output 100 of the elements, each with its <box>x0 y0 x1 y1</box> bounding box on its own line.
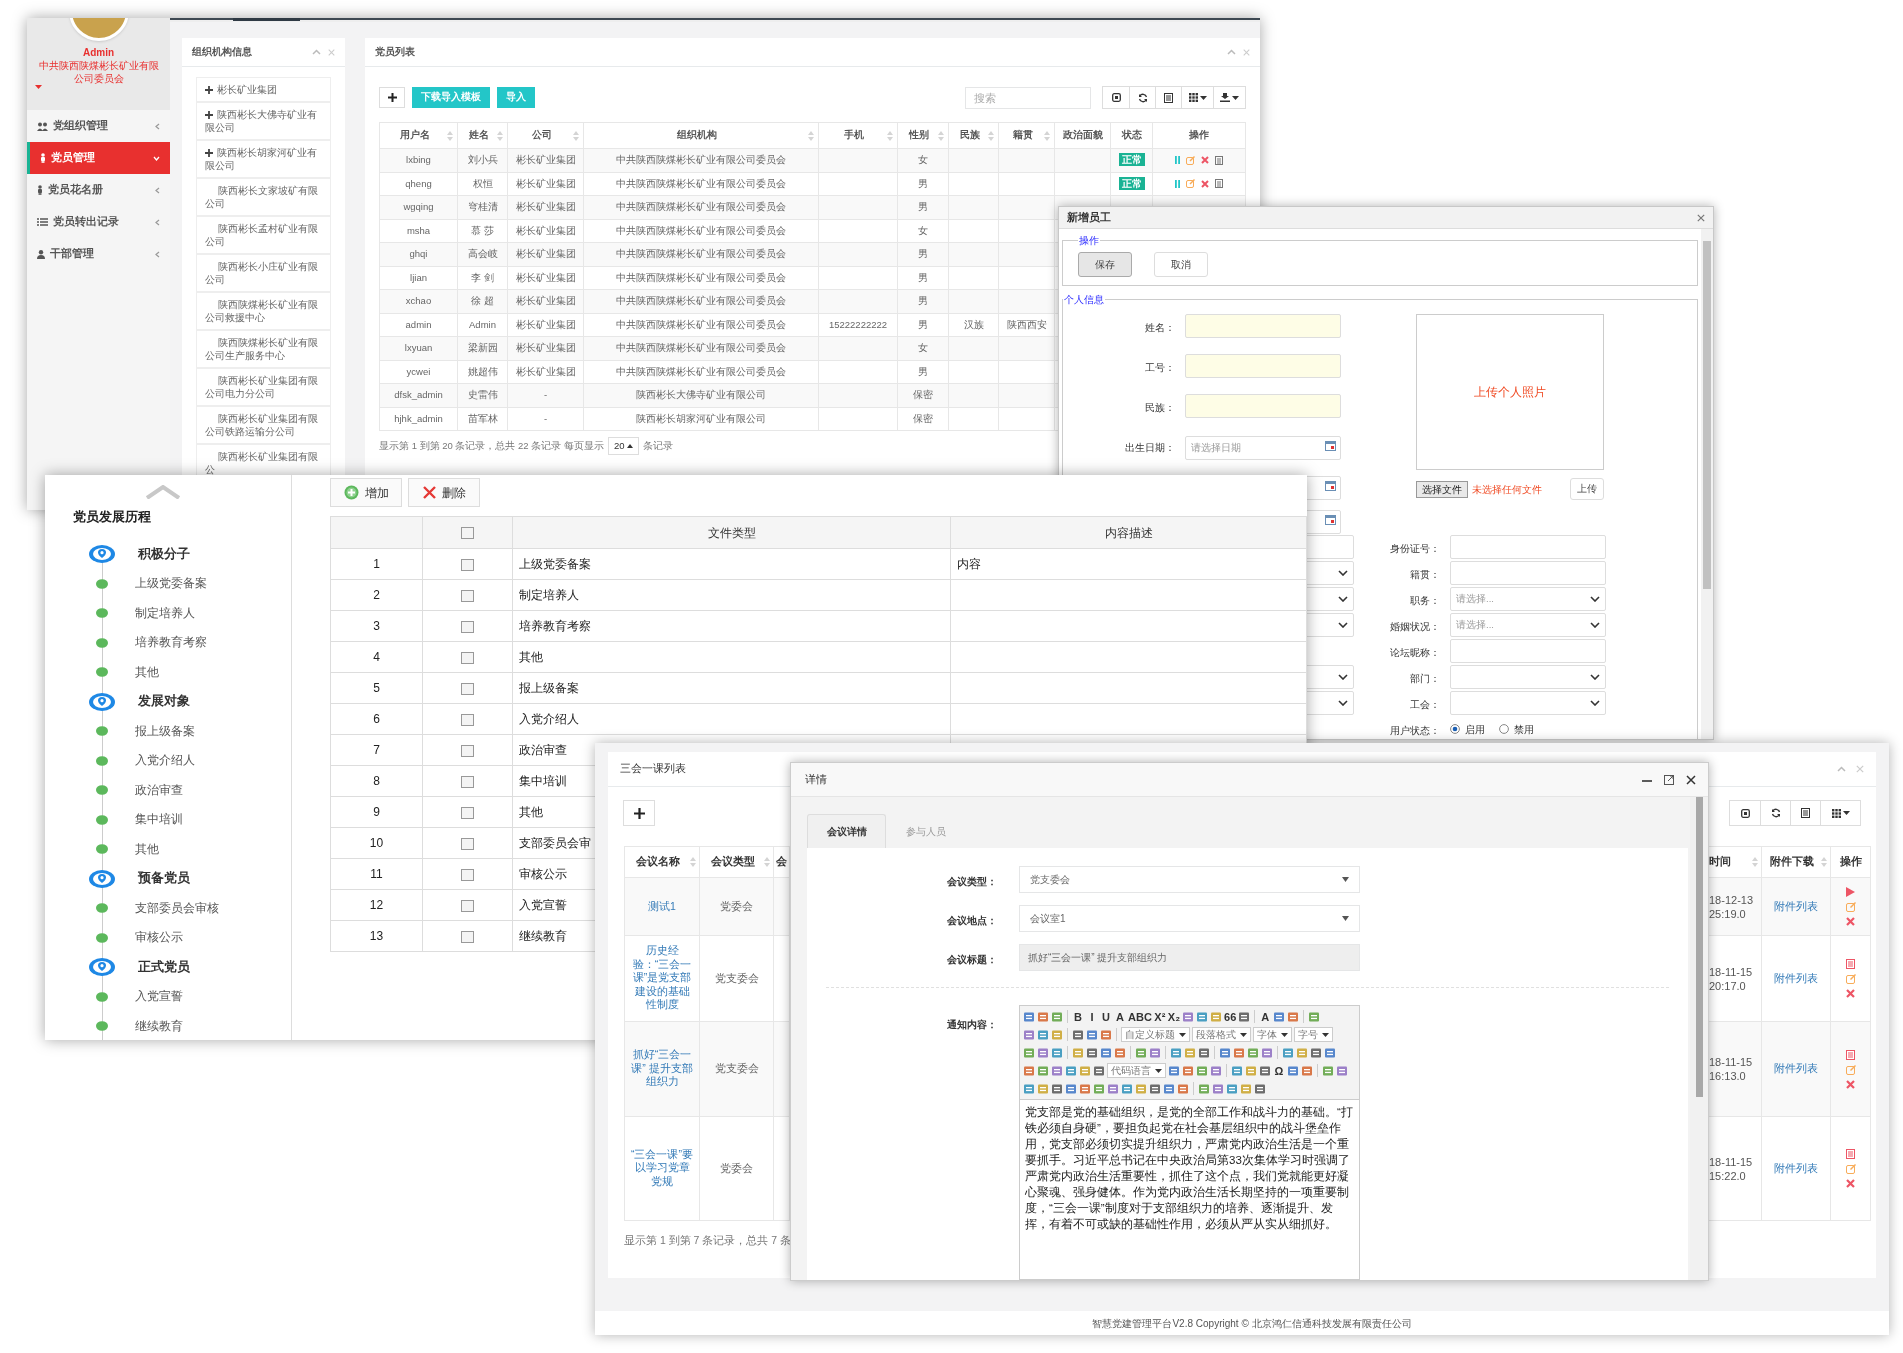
toolbar-button[interactable]: 删除 <box>408 478 480 507</box>
toolbar-icon[interactable] <box>1177 1082 1189 1095</box>
toolbar-icon[interactable] <box>1051 1082 1063 1095</box>
step-label[interactable]: 政治审查 <box>135 781 183 799</box>
edit-icon[interactable] <box>1845 974 1856 984</box>
toolbar-icon[interactable] <box>1212 1082 1224 1095</box>
toolbar-icon[interactable] <box>1324 1046 1336 1059</box>
toolbar-icon[interactable] <box>1079 1082 1091 1095</box>
page-size-dropdown[interactable]: 20 <box>607 437 640 455</box>
column-header[interactable]: 性别 <box>897 122 949 149</box>
input-field[interactable] <box>1185 354 1341 378</box>
sidebar-item[interactable]: 党员花名册 <box>27 174 170 206</box>
delete-icon[interactable] <box>1846 989 1855 998</box>
toolbar-button[interactable]: I <box>1086 1009 1098 1024</box>
tree-item[interactable]: 陕西彬长矿业集团有限公司铁路运输分公司 <box>196 406 331 444</box>
step-label[interactable]: 继续教育 <box>135 1017 183 1035</box>
radio-option[interactable]: 禁用 <box>1499 721 1534 737</box>
column-header[interactable]: 会 <box>773 846 790 878</box>
tree-item[interactable]: 陕西彬长文家坡矿有限公司 <box>196 178 331 216</box>
column-header[interactable]: 文件类型 <box>512 516 951 549</box>
toolbar-icon[interactable] <box>1273 1010 1286 1023</box>
toolbar-icon[interactable] <box>1065 1082 1077 1095</box>
tab[interactable]: 会议详情 <box>807 814 886 848</box>
column-header[interactable]: 会议类型 <box>699 846 774 878</box>
toolbar-icon[interactable] <box>1051 1046 1063 1059</box>
checkbox[interactable] <box>461 744 474 757</box>
date-field[interactable]: 请选择日期 <box>1185 435 1341 460</box>
step-label[interactable]: 报上级备案 <box>135 722 195 740</box>
toolbar-dropdown[interactable]: 自定义标题 <box>1121 1027 1190 1042</box>
toolbar-icon[interactable] <box>1023 1028 1035 1041</box>
sidebar-item[interactable]: 党员转出记录 <box>27 206 170 238</box>
document-icon[interactable] <box>1846 959 1855 969</box>
column-header[interactable]: 附件下载 <box>1761 846 1831 878</box>
toolbar-icon[interactable] <box>1121 1082 1133 1095</box>
organization-name[interactable]: 中共陕西陕煤彬长矿业有限公司委员会 <box>34 59 163 89</box>
input-field[interactable] <box>1185 394 1341 418</box>
toolbar-button[interactable]: A <box>1114 1009 1126 1024</box>
tree-item[interactable]: 陕西彬长大佛寺矿业有限公司 <box>196 102 331 140</box>
toolbar-button[interactable]: A <box>1259 1009 1272 1024</box>
chevron-down-icon[interactable] <box>1338 674 1348 680</box>
toolbar-button[interactable]: 66 <box>1224 1009 1237 1024</box>
document-icon[interactable] <box>1215 179 1223 189</box>
step-label[interactable]: 支部委员会审核 <box>135 899 219 917</box>
caret-icon[interactable] <box>1322 1032 1329 1037</box>
toolbar-icon[interactable] <box>1065 1064 1077 1077</box>
toolbar-icon[interactable] <box>1037 1028 1049 1041</box>
toolbar-icon[interactable] <box>1037 1082 1049 1095</box>
toolbar-icon[interactable] <box>1226 1082 1238 1095</box>
toolbar-icon[interactable] <box>1037 1046 1049 1059</box>
step-label[interactable]: 入党介绍人 <box>135 752 195 770</box>
toolbar-icon[interactable] <box>1037 1064 1049 1077</box>
toolbar-icon[interactable] <box>1210 1064 1222 1077</box>
dialog-button[interactable]: 取消 <box>1154 252 1208 277</box>
toolbar-icon[interactable] <box>1231 1064 1243 1077</box>
plus-icon[interactable] <box>205 86 213 94</box>
collapse-icon[interactable] <box>1227 49 1236 55</box>
plus-icon[interactable] <box>205 111 213 119</box>
toolbar-icon[interactable] <box>1093 1082 1105 1095</box>
select-field[interactable] <box>1450 691 1606 715</box>
toolbar-icon[interactable] <box>1240 1082 1252 1095</box>
toolbar-icon[interactable] <box>1182 1010 1195 1023</box>
pause-icon[interactable] <box>1175 156 1180 165</box>
toolbar-icon[interactable] <box>1233 1046 1245 1059</box>
search-field[interactable]: 搜索 <box>965 86 1091 109</box>
column-header[interactable]: 政治面貌 <box>1054 122 1111 149</box>
tree-item[interactable]: 陕西陕煤彬长矿业有限公司救援中心 <box>196 292 331 330</box>
toolbar-icon[interactable] <box>1238 1010 1251 1023</box>
chevron-down-icon[interactable] <box>1338 700 1348 706</box>
edit-icon[interactable] <box>1845 1064 1856 1075</box>
toolbar-icon[interactable] <box>1184 1046 1196 1059</box>
toolbar-icon[interactable] <box>1282 1046 1294 1059</box>
chevron-down-icon[interactable] <box>1338 570 1348 576</box>
checkbox[interactable] <box>461 682 474 695</box>
chevron-down-icon[interactable] <box>1590 674 1600 680</box>
delete-icon[interactable] <box>1846 1079 1855 1089</box>
toolbar-icon[interactable] <box>1198 1082 1210 1095</box>
toolbar-icon[interactable] <box>1198 1046 1210 1059</box>
upload-button[interactable]: 上传 <box>1570 478 1604 500</box>
toolbar-icon[interactable] <box>1163 1082 1175 1095</box>
tree-item[interactable]: 陕西彬长矿业集团有限公司电力分公司 <box>196 368 331 406</box>
column-header[interactable]: 手机 <box>818 122 898 149</box>
toolbar-icon[interactable] <box>1093 1064 1105 1077</box>
calendar-icon[interactable] <box>1325 441 1336 451</box>
toolbar-icon[interactable] <box>1037 1010 1049 1023</box>
checkbox[interactable] <box>461 837 474 850</box>
toolbar-icon[interactable] <box>1149 1046 1161 1059</box>
input-field[interactable] <box>1450 561 1606 585</box>
caret-icon[interactable] <box>1281 1032 1288 1037</box>
document-icon[interactable] <box>1846 1049 1855 1060</box>
step-label[interactable]: 集中培训 <box>135 811 183 829</box>
step-label[interactable]: 其他 <box>135 663 159 681</box>
toolbar-icon[interactable] <box>1308 1010 1321 1023</box>
radio-button[interactable] <box>1450 724 1460 734</box>
attachment-link[interactable]: 附件列表 <box>1774 1161 1818 1174</box>
choose-file-button[interactable]: 选择文件 <box>1416 480 1468 498</box>
toolbar-dropdown[interactable]: 字号 <box>1294 1027 1333 1042</box>
toolbar-icon[interactable] <box>1107 1082 1119 1095</box>
toolbar-icon[interactable] <box>1170 1046 1182 1059</box>
attachment-link[interactable]: 附件列表 <box>1774 1062 1818 1075</box>
play-icon[interactable] <box>1846 887 1855 897</box>
